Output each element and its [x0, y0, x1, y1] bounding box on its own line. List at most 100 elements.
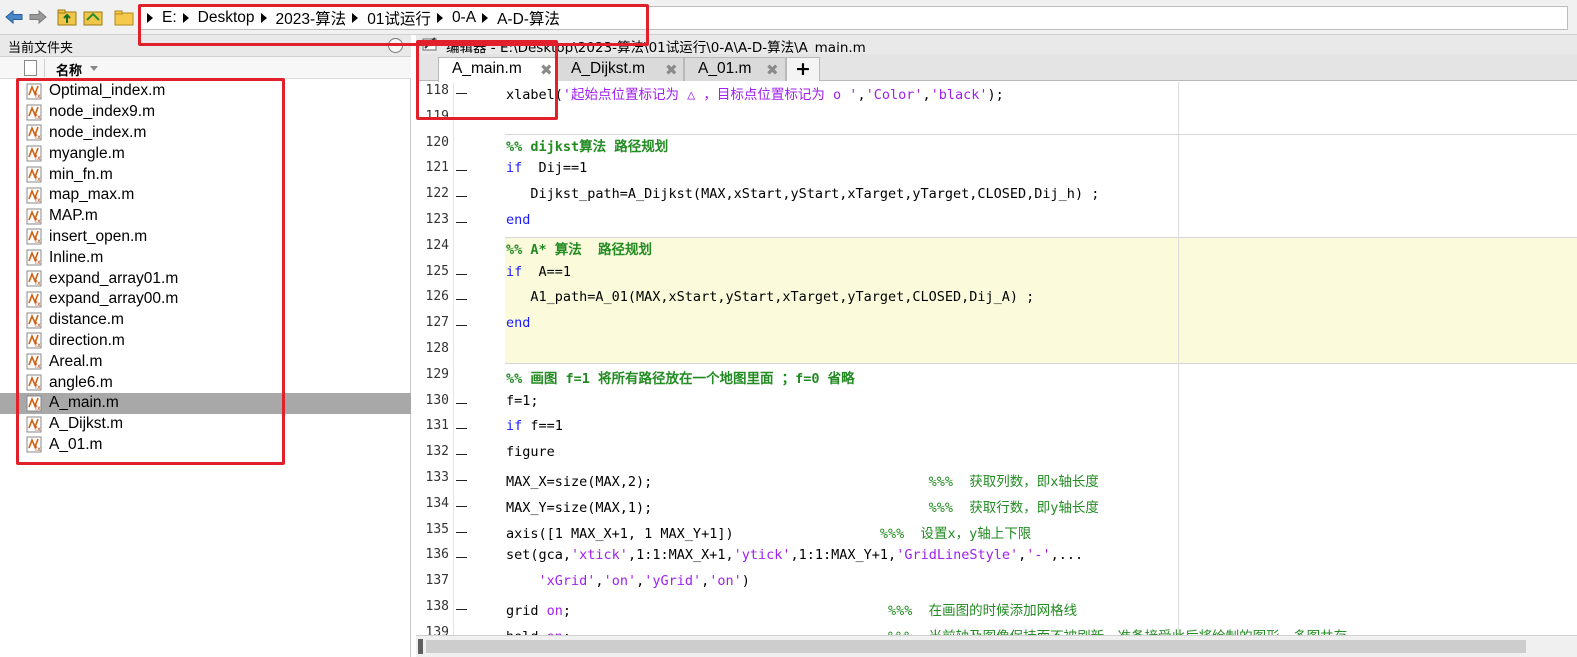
breadcrumb-item[interactable]: 01试运行: [367, 7, 431, 29]
code-line[interactable]: %% dijkst算法 路径规划: [506, 135, 668, 155]
tab-a-dijkst[interactable]: A_Dijkst.m ✖: [557, 57, 684, 81]
file-list-item[interactable]: fx insert_open.m: [0, 227, 411, 248]
executable-line-marker[interactable]: [456, 273, 467, 275]
up-folder-icon[interactable]: [57, 7, 77, 27]
code-token: set(gca,: [506, 547, 572, 564]
breadcrumb-item[interactable]: E:: [162, 9, 177, 27]
code-line[interactable]: %% A* 算法 路径规划: [506, 238, 652, 258]
line-number: 137: [425, 573, 449, 589]
code-line[interactable]: set(gca,'xtick',1:1:MAX_X+1,'ytick',1:1:…: [506, 547, 1083, 563]
file-name: A_main.m: [49, 394, 119, 412]
code-line[interactable]: end: [506, 212, 530, 228]
file-list-item[interactable]: fx min_fn.m: [0, 164, 411, 185]
file-list-item[interactable]: fx angle6.m: [0, 372, 411, 393]
sort-caret-icon[interactable]: [90, 66, 98, 71]
executable-line-marker[interactable]: [456, 222, 467, 223]
executable-line-marker[interactable]: [456, 480, 467, 481]
breakpoint-column[interactable]: [454, 82, 504, 635]
code-token: if: [506, 418, 523, 435]
line-number: 128: [425, 341, 449, 356]
horizontal-scrollbar[interactable]: [416, 635, 1577, 657]
svg-text:fx: fx: [35, 405, 41, 412]
file-list-item[interactable]: fx expand_array01.m: [0, 268, 411, 289]
browse-folder-icon[interactable]: [83, 7, 103, 27]
tab-a-01[interactable]: A_01.m ✖: [684, 57, 786, 81]
executable-line-marker[interactable]: [456, 402, 467, 404]
line-number: 139: [425, 624, 449, 635]
file-list-item[interactable]: fx distance.m: [0, 310, 411, 331]
file-list-item[interactable]: fx node_index9.m: [0, 102, 411, 123]
tab-close-icon[interactable]: ✖: [540, 61, 553, 79]
executable-line-marker[interactable]: [456, 299, 467, 301]
executable-line-marker[interactable]: [456, 454, 467, 456]
folder-icon: [114, 7, 134, 27]
file-list-item[interactable]: fx map_max.m: [0, 185, 411, 206]
current-folder-panel: 当前文件夹 名称 fx Optimal_index.m fx node_index9.…: [0, 35, 411, 657]
file-list-item[interactable]: fx Optimal_index.m: [0, 81, 411, 102]
panel-options-icon[interactable]: [388, 38, 403, 53]
scrollbar-thumb[interactable]: [426, 640, 1526, 653]
code-token: ,: [922, 87, 931, 103]
svg-text:fx: fx: [35, 342, 41, 349]
code-line[interactable]: Dijkst_path=A_Dijkst(MAX,xStart,yStart,x…: [506, 186, 1099, 202]
executable-line-marker[interactable]: [456, 609, 467, 610]
executable-line-marker[interactable]: [456, 505, 467, 507]
code-line[interactable]: xlabel('起始点位置标记为 △ ，目标点位置标记为 o ','Color'…: [506, 83, 1004, 103]
file-list-item[interactable]: fx myangle.m: [0, 143, 411, 164]
line-number: 134: [425, 495, 449, 511]
code-token: '-': [1026, 547, 1051, 564]
code-line[interactable]: 'xGrid','on','yGrid','on'): [506, 573, 750, 589]
executable-line-marker[interactable]: [456, 170, 467, 172]
code-editor[interactable]: 118 xlabel('起始点位置标记为 △ ，目标点位置标记为 o ','Col…: [416, 82, 1577, 635]
code-token: ,: [595, 573, 604, 590]
code-line[interactable]: hold on; %%% 当前轴及图像保持而不被刷新，准备接受此后将绘制的图形，…: [506, 625, 1347, 635]
name-column-header[interactable]: 名称: [56, 60, 82, 79]
executable-line-marker[interactable]: [456, 531, 467, 533]
file-list-item[interactable]: fx A_main.m: [0, 392, 411, 414]
breadcrumb-item[interactable]: A-D-算法: [497, 7, 560, 29]
breadcrumb-item[interactable]: 2023-算法: [276, 7, 347, 29]
file-list-item[interactable]: fx Areal.m: [0, 351, 411, 372]
code-line[interactable]: axis([1 MAX_X+1, 1 MAX_Y+1]) %%% 设置x，y轴上…: [506, 522, 1031, 542]
code-line[interactable]: if A==1: [506, 264, 571, 280]
code-line[interactable]: grid on; %%% 在画图的时候添加网格线: [506, 599, 1077, 619]
column-divider[interactable]: [44, 59, 45, 77]
add-tab-button[interactable]: +: [786, 57, 820, 81]
back-arrow-icon[interactable]: [4, 7, 24, 27]
file-list-item[interactable]: fx Inline.m: [0, 247, 411, 268]
executable-line-marker[interactable]: [456, 93, 467, 94]
tab-a-main[interactable]: A_main.m ✖: [438, 57, 557, 82]
file-list-item[interactable]: fx A_01.m: [0, 435, 411, 456]
file-list-item[interactable]: fx A_Dijkst.m: [0, 414, 411, 435]
executable-line-marker[interactable]: [456, 557, 467, 559]
file-name: expand_array00.m: [49, 290, 179, 308]
address-bar[interactable]: E: Desktop 2023-算法 01试运行 0-A A-D-算法: [138, 6, 1568, 30]
executable-line-marker[interactable]: [456, 325, 467, 327]
code-line[interactable]: MAX_X=size(MAX,2); %%% 获取列数，即x轴长度: [506, 470, 1099, 490]
forward-arrow-icon[interactable]: [28, 7, 48, 27]
file-list-item[interactable]: fx direction.m: [0, 331, 411, 352]
code-line[interactable]: if f==1: [506, 418, 563, 434]
file-list-item[interactable]: fx node_index.m: [0, 123, 411, 144]
breadcrumb-item[interactable]: Desktop: [198, 9, 255, 27]
code-line[interactable]: A1_path=A_01(MAX,xStart,yStart,xTarget,y…: [506, 289, 1034, 305]
executable-line-marker[interactable]: [456, 196, 467, 198]
code-line[interactable]: %% 画图 f=1 将所有路径放在一个地图里面 ；f=0 省略: [506, 367, 855, 387]
code-line[interactable]: end: [506, 315, 530, 331]
file-list-item[interactable]: fx MAP.m: [0, 206, 411, 227]
code-line[interactable]: figure: [506, 444, 555, 460]
file-type-column-icon: [24, 60, 37, 76]
code-line[interactable]: MAX_Y=size(MAX,1); %%% 获取行数，即y轴长度: [506, 496, 1099, 516]
file-list-item[interactable]: fx expand_array00.m: [0, 289, 411, 310]
line-number: 120: [425, 134, 449, 150]
line-number: 131: [425, 418, 449, 434]
matlab-file-icon: fx: [26, 291, 44, 308]
breadcrumb-item[interactable]: 0-A: [452, 9, 476, 27]
tab-close-icon[interactable]: ✖: [665, 61, 678, 79]
breadcrumb-arrow-icon: [147, 13, 153, 23]
code-token: 'yGrid': [644, 573, 702, 590]
code-line[interactable]: f=1;: [506, 393, 539, 409]
tab-close-icon[interactable]: ✖: [766, 61, 779, 79]
executable-line-marker[interactable]: [456, 428, 467, 430]
code-line[interactable]: if Dij==1: [506, 160, 587, 176]
